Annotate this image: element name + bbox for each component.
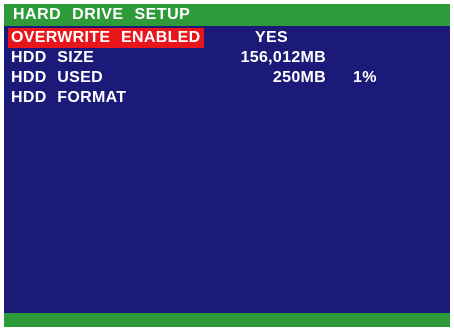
menu-item-hdd-format[interactable]: HDD FORMAT bbox=[4, 88, 450, 108]
overwrite-enabled-label[interactable]: OVERWRITE ENABLED bbox=[8, 28, 205, 48]
hdd-used-percent: 1% bbox=[353, 69, 377, 86]
footer-bar bbox=[4, 313, 450, 327]
hdd-used-label: HDD USED bbox=[11, 69, 103, 86]
hdd-used-value: 250MB bbox=[272, 69, 326, 86]
hdd-format-label[interactable]: HDD FORMAT bbox=[11, 88, 126, 108]
hdd-size-label: HDD SIZE bbox=[11, 49, 95, 66]
hdd-size-value: 156,012MB bbox=[240, 49, 326, 66]
menu-item-overwrite-enabled[interactable]: OVERWRITE ENABLED YES bbox=[4, 28, 450, 48]
menu-item-hdd-size: HDD SIZE 156,012MB bbox=[4, 48, 450, 68]
osd-screen: HARD DRIVE SETUP OVERWRITE ENABLED YES H… bbox=[4, 4, 450, 327]
menu-title: HARD DRIVE SETUP bbox=[13, 6, 191, 23]
menu-item-hdd-used: HDD USED 250MB 1% bbox=[4, 68, 450, 88]
title-bar: HARD DRIVE SETUP bbox=[4, 4, 450, 26]
overwrite-enabled-value[interactable]: YES bbox=[255, 28, 288, 48]
